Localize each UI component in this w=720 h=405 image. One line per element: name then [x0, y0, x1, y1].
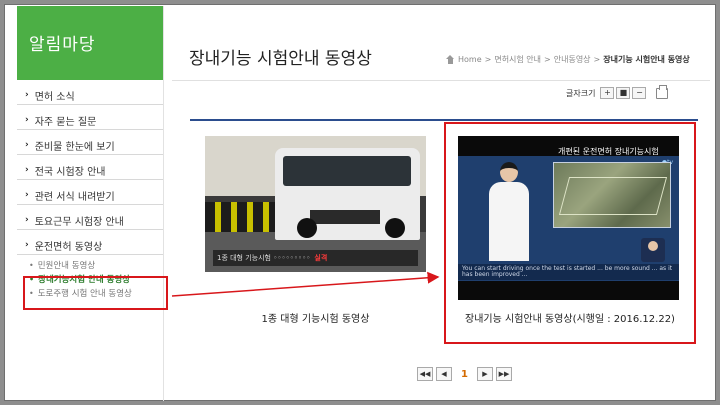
sidebar-item-videos[interactable]: › 운전면허 동영상	[17, 230, 163, 255]
font-size-label: 글자크기	[566, 88, 596, 98]
print-icon[interactable]	[656, 84, 669, 99]
breadcrumb-videos[interactable]: 안내동영상	[554, 54, 591, 65]
sidebar-item-label: 전국 시험장 안내	[34, 166, 106, 178]
chevron-right-icon: ›	[25, 115, 29, 125]
video-thumbnail-large-vehicle[interactable]: 1종 대형 기능시험 ◦◦◦◦◦◦◦◦◦ 실격	[205, 136, 426, 272]
content-divider	[190, 119, 698, 121]
sidebar-item-preparation[interactable]: › 준비물 한눈에 보기	[17, 130, 163, 155]
video-thumbnail-course-test[interactable]: 개편된 운전면허 장내기능시험 ●tv You can start drivin…	[458, 136, 679, 300]
chevron-right-icon: ›	[25, 90, 29, 100]
highlight-box-submenu	[23, 276, 168, 310]
page-title: 장내기능 시험안내 동영상	[189, 49, 372, 69]
pagination: ◀◀ ◀ 1 ▶ ▶▶	[417, 367, 512, 381]
sidebar-item-forms[interactable]: › 관련 서식 내려받기	[17, 180, 163, 205]
font-size-reset-button[interactable]: ■	[616, 87, 631, 99]
video-title-large-vehicle[interactable]: 1종 대형 기능시험 동영상	[205, 310, 426, 325]
prev-page-button[interactable]: ◀	[436, 367, 452, 381]
current-page-number[interactable]: 1	[455, 369, 474, 380]
sidebar-item-saturday[interactable]: › 토요근무 시험장 안내	[17, 205, 163, 230]
chevron-right-icon: ›	[25, 190, 29, 200]
test-course-aerial-image	[553, 162, 671, 228]
sidebar-item-label: 운전면허 동영상	[34, 241, 103, 253]
video-subtitle: You can start driving once the test is s…	[458, 264, 679, 280]
sidebar: 알림마당 › 면허 소식 › 자주 묻는 질문 › 준비물 한눈에 보기 › 전국 시험…	[17, 6, 164, 401]
header-divider	[172, 80, 710, 81]
sidebar-title: 알림마당	[17, 6, 163, 80]
video-screen-title: 개편된 운전면허 장내기능시험	[558, 147, 659, 156]
chevron-right-icon: ›	[25, 165, 29, 175]
font-size-controls: 글자크기 + ■ −	[566, 84, 669, 99]
breadcrumb-test-info[interactable]: 면허시험 안내	[494, 54, 541, 65]
breadcrumb: Home > 면허시험 안내 > 안내동영상 > 장내기능 시험안내 동영상	[446, 54, 690, 65]
submenu-item-civil-video[interactable]: • 민원안내 동영상	[29, 259, 163, 273]
video-caption: 1종 대형 기능시험 ◦◦◦◦◦◦◦◦◦ 실격	[213, 250, 418, 266]
sidebar-item-label: 관련 서식 내려받기	[34, 191, 115, 203]
sidebar-item-label: 면허 소식	[34, 91, 75, 103]
home-icon	[446, 55, 455, 64]
sidebar-item-test-centers[interactable]: › 전국 시험장 안내	[17, 155, 163, 180]
chevron-right-icon: ›	[25, 215, 29, 225]
sign-language-icon	[641, 238, 665, 262]
font-size-decrease-button[interactable]: −	[632, 87, 647, 99]
breadcrumb-current: 장내기능 시험안내 동영상	[603, 55, 690, 64]
chevron-right-icon: ›	[25, 140, 29, 150]
video-title-course-test[interactable]: 장내기능 시험안내 동영상(시행일 : 2016.12.22)	[446, 310, 694, 325]
first-page-button[interactable]: ◀◀	[417, 367, 433, 381]
sidebar-item-label: 자주 묻는 질문	[34, 116, 97, 128]
last-page-button[interactable]: ▶▶	[495, 367, 512, 381]
sidebar-item-label: 토요근무 시험장 안내	[34, 216, 124, 228]
chevron-right-icon: ›	[25, 240, 29, 250]
breadcrumb-home[interactable]: Home	[458, 55, 482, 64]
sidebar-item-faq[interactable]: › 자주 묻는 질문	[17, 105, 163, 130]
next-page-button[interactable]: ▶	[476, 367, 493, 381]
presenter-figure	[486, 162, 532, 261]
font-size-increase-button[interactable]: +	[600, 87, 615, 99]
sidebar-item-label: 준비물 한눈에 보기	[34, 141, 115, 153]
bullet-icon: •	[29, 261, 34, 270]
sidebar-item-news[interactable]: › 면허 소식	[17, 80, 163, 105]
